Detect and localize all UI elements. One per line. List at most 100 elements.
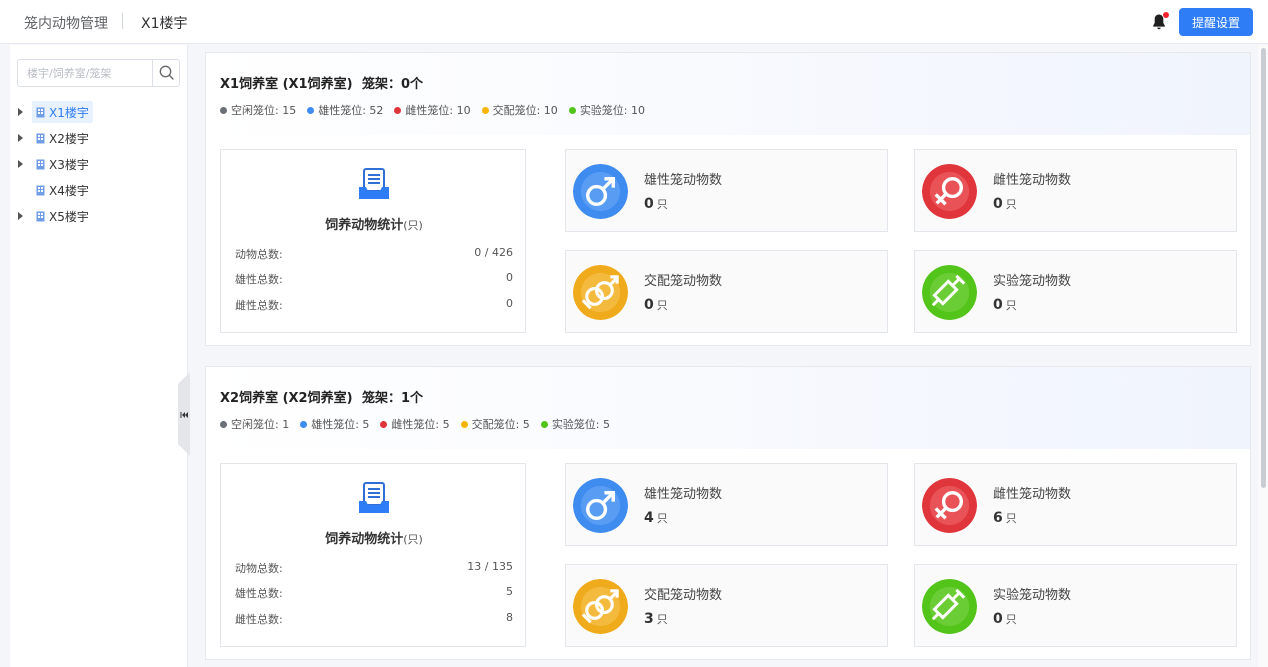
tree-item-x4[interactable]: X4楼宇 bbox=[10, 179, 180, 201]
stats-title: 饲养动物统计(只) bbox=[221, 214, 527, 233]
legend-dot bbox=[220, 420, 227, 428]
mating-cage-card[interactable]: 交配笼动物数 0只 bbox=[565, 250, 888, 333]
tree-node[interactable]: X1楼宇 bbox=[32, 101, 93, 123]
card-label: 实验笼动物数 bbox=[993, 588, 1072, 603]
animal-stats-card: 饲养动物统计(只) 动物总数: 13 / 135 雄性总数: 5 雌性总数: 8 bbox=[220, 463, 526, 647]
legend-dot bbox=[300, 420, 308, 428]
tree-node[interactable]: X5楼宇 bbox=[32, 205, 93, 227]
building-icon bbox=[36, 211, 45, 221]
syringe-icon bbox=[922, 579, 977, 634]
stat-value: 0 bbox=[506, 271, 513, 284]
tree-item-x3[interactable]: X3楼宇 bbox=[10, 153, 180, 175]
legend-label: 交配笼位: 10 bbox=[492, 104, 558, 117]
cage-legend: 空闲笼位: 1 雄性笼位: 5 雌性笼位: 5 交配笼位: 5 实验笼位: 5 bbox=[220, 416, 621, 432]
card-label: 雌性笼动物数 bbox=[993, 173, 1072, 188]
stat-row-total: 动物总数: 0 / 426 bbox=[235, 246, 513, 262]
card-label: 雄性笼动物数 bbox=[644, 487, 723, 502]
card-value: 0只 bbox=[993, 611, 1017, 627]
male-cage-card[interactable]: 雄性笼动物数 4只 bbox=[565, 463, 888, 546]
male-symbol-icon bbox=[573, 478, 628, 533]
legend-idle: 空闲笼位: 15 bbox=[220, 102, 296, 118]
female-cage-card[interactable]: 雌性笼动物数 0只 bbox=[914, 149, 1237, 232]
legend-female: 雌性笼位: 5 bbox=[380, 416, 450, 432]
stat-value: 5 bbox=[506, 585, 513, 598]
male-symbol-icon bbox=[573, 164, 628, 219]
card-value-number: 4 bbox=[644, 510, 654, 526]
tree-node[interactable]: X2楼宇 bbox=[32, 127, 93, 149]
legend-label: 实验笼位: 10 bbox=[579, 104, 646, 117]
legend-label: 交配笼位: 5 bbox=[471, 418, 530, 431]
card-label: 雌性笼动物数 bbox=[993, 487, 1072, 502]
male-cage-card[interactable]: 雄性笼动物数 0只 bbox=[565, 149, 888, 232]
search-button[interactable] bbox=[152, 60, 179, 86]
experiment-cage-card[interactable]: 实验笼动物数 0只 bbox=[914, 250, 1237, 333]
legend-dot bbox=[460, 420, 468, 428]
current-building-title: X1楼宇 bbox=[141, 16, 188, 32]
module-title[interactable]: 笼内动物管理 bbox=[24, 13, 108, 33]
stat-key: 雄性总数: bbox=[235, 273, 283, 286]
rack-count: 笼架：0个 bbox=[362, 77, 424, 92]
mating-cage-card[interactable]: 交配笼动物数 3只 bbox=[565, 564, 888, 647]
breadcrumb-separator bbox=[122, 13, 123, 29]
stat-row-male: 雄性总数: 5 bbox=[235, 585, 513, 601]
legend-label: 雌性笼位: 5 bbox=[391, 418, 450, 431]
card-unit: 只 bbox=[1005, 299, 1017, 312]
experiment-cage-card[interactable]: 实验笼动物数 0只 bbox=[914, 564, 1237, 647]
card-label: 交配笼动物数 bbox=[644, 274, 723, 289]
search-icon bbox=[159, 65, 174, 80]
legend-male: 雄性笼位: 5 bbox=[300, 416, 369, 432]
top-bar: 笼内动物管理 X1楼宇 提醒设置 bbox=[0, 0, 1268, 44]
stat-row-male: 雄性总数: 0 bbox=[235, 271, 513, 287]
tree-item-x2[interactable]: X2楼宇 bbox=[10, 127, 180, 149]
legend-idle: 空闲笼位: 1 bbox=[220, 416, 289, 432]
card-unit: 只 bbox=[1005, 512, 1017, 525]
tree-item-label: X1楼宇 bbox=[49, 105, 89, 120]
expand-caret-icon[interactable] bbox=[18, 212, 23, 220]
legend-experiment: 实验笼位: 10 bbox=[568, 102, 646, 118]
cage-legend: 空闲笼位: 15 雄性笼位: 52 雌性笼位: 10 交配笼位: 10 实验笼位… bbox=[220, 102, 656, 118]
card-value: 0只 bbox=[993, 297, 1017, 313]
tree-item-label: X4楼宇 bbox=[49, 183, 89, 198]
card-value-number: 6 bbox=[993, 510, 1003, 526]
legend-dot bbox=[540, 420, 548, 428]
tree-item-x5[interactable]: X5楼宇 bbox=[10, 205, 180, 227]
legend-mating: 交配笼位: 5 bbox=[460, 416, 530, 432]
scrollbar-thumb[interactable] bbox=[1261, 48, 1266, 488]
expand-caret-icon[interactable] bbox=[18, 108, 23, 116]
tree-item-x1[interactable]: X1楼宇 bbox=[10, 101, 180, 123]
tree-item-label: X5楼宇 bbox=[49, 209, 89, 224]
card-value-number: 0 bbox=[993, 611, 1003, 627]
expand-caret-icon[interactable] bbox=[18, 160, 23, 168]
notification-dot bbox=[1163, 12, 1169, 18]
tree-search-input[interactable] bbox=[18, 60, 153, 86]
female-symbol-icon bbox=[922, 164, 977, 219]
building-icon bbox=[36, 185, 45, 195]
card-label: 雄性笼动物数 bbox=[644, 173, 723, 188]
tree-node[interactable]: X3楼宇 bbox=[32, 153, 93, 175]
room-panel-x1: X1饲养室 (X1饲养室) 笼架：0个 空闲笼位: 15 雄性笼位: 52 雌性… bbox=[205, 52, 1251, 346]
card-value-number: 0 bbox=[993, 297, 1003, 313]
card-value: 4只 bbox=[644, 510, 668, 526]
tree-node[interactable]: X4楼宇 bbox=[32, 179, 93, 201]
stat-key: 雌性总数: bbox=[235, 613, 283, 626]
building-icon bbox=[36, 107, 45, 117]
remind-settings-button[interactable]: 提醒设置 bbox=[1179, 8, 1253, 36]
stats-title-text: 饲养动物统计 bbox=[325, 532, 404, 547]
expand-caret-icon[interactable] bbox=[18, 134, 23, 142]
card-value: 6只 bbox=[993, 510, 1017, 526]
room-title: X1饲养室 (X1饲养室) bbox=[220, 77, 353, 92]
legend-female: 雌性笼位: 10 bbox=[394, 102, 471, 118]
card-value-number: 3 bbox=[644, 611, 654, 627]
female-cage-card[interactable]: 雌性笼动物数 6只 bbox=[914, 463, 1237, 546]
card-value: 3只 bbox=[644, 611, 668, 627]
sidebar-collapse-handle[interactable] bbox=[176, 372, 190, 456]
card-value-number: 0 bbox=[993, 196, 1003, 212]
card-value-number: 0 bbox=[644, 297, 654, 313]
legend-dot bbox=[307, 106, 315, 114]
card-unit: 只 bbox=[656, 512, 668, 525]
stat-key: 动物总数: bbox=[235, 562, 283, 575]
stat-key: 动物总数: bbox=[235, 248, 283, 261]
legend-dot bbox=[481, 106, 489, 114]
stat-row-total: 动物总数: 13 / 135 bbox=[235, 560, 513, 576]
card-value: 0只 bbox=[644, 297, 668, 313]
